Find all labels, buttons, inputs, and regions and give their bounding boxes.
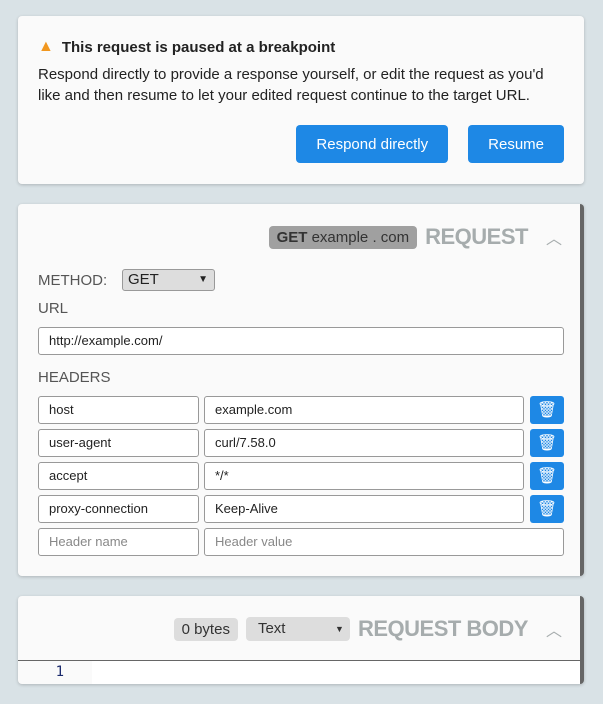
request-body-header[interactable]: 0 bytes Text ▼ REQUEST BODY ︿ <box>173 616 562 642</box>
new-header-value-input[interactable]: Header value <box>204 528 564 556</box>
method-select[interactable]: GET ▼ <box>122 269 215 291</box>
body-format-select[interactable]: Text ▼ <box>245 617 350 641</box>
chevron-up-icon[interactable]: ︿ <box>546 617 562 641</box>
headers-label: HEADERS <box>38 369 111 386</box>
trash-icon: 🗑 <box>536 402 558 419</box>
new-header-name-input[interactable]: Header name <box>38 528 199 556</box>
header-name-input[interactable]: user-agent <box>38 429 199 457</box>
resume-button[interactable]: Resume <box>468 125 564 163</box>
delete-header-button[interactable]: 🗑 <box>530 429 564 457</box>
method-label: METHOD: <box>38 272 108 289</box>
trash-icon: 🗑 <box>536 435 558 452</box>
trash-icon: 🗑 <box>536 468 558 485</box>
breakpoint-title: This request is paused at a breakpoint <box>61 38 336 56</box>
trash-icon: 🗑 <box>536 501 558 518</box>
request-card: GET example . com REQUEST ︿ METHOD: GET ▼… <box>18 204 584 576</box>
section-title: REQUEST <box>425 224 528 249</box>
url-label: URL <box>38 300 69 317</box>
breakpoint-banner: ▲ This request is paused at a breakpoint … <box>18 16 584 184</box>
line-number: 1 <box>18 660 92 684</box>
request-summary-badge: GET example . com <box>268 225 418 249</box>
header-value-input[interactable]: example.com <box>204 396 524 424</box>
request-body-card: 0 bytes Text ▼ REQUEST BODY ︿ 1 <box>18 596 584 684</box>
delete-header-button[interactable]: 🗑 <box>530 462 564 490</box>
warning-icon: ▲ <box>38 38 54 55</box>
url-input[interactable]: http://example.com/ <box>38 327 564 355</box>
header-value-input[interactable]: */* <box>204 462 524 490</box>
delete-header-button[interactable]: 🗑 <box>530 396 564 424</box>
respond-directly-button[interactable]: Respond directly <box>296 125 449 163</box>
section-title: REQUEST BODY <box>357 616 529 641</box>
header-name-input[interactable]: proxy-connection <box>38 495 199 523</box>
header-name-input[interactable]: accept <box>38 462 199 490</box>
dropdown-arrow-icon: ▼ <box>198 274 208 285</box>
header-name-input[interactable]: host <box>38 396 199 424</box>
header-value-input[interactable]: curl/7.58.0 <box>204 429 524 457</box>
delete-header-button[interactable]: 🗑 <box>530 495 564 523</box>
breakpoint-description: Respond directly to provide a response y… <box>38 66 544 104</box>
dropdown-arrow-icon: ▼ <box>335 624 344 634</box>
request-header[interactable]: GET example . com REQUEST ︿ <box>268 224 562 250</box>
chevron-up-icon[interactable]: ︿ <box>546 225 562 249</box>
body-editor[interactable] <box>92 660 580 684</box>
body-size-badge: 0 bytes <box>173 617 238 641</box>
header-value-input[interactable]: Keep-Alive <box>204 495 524 523</box>
